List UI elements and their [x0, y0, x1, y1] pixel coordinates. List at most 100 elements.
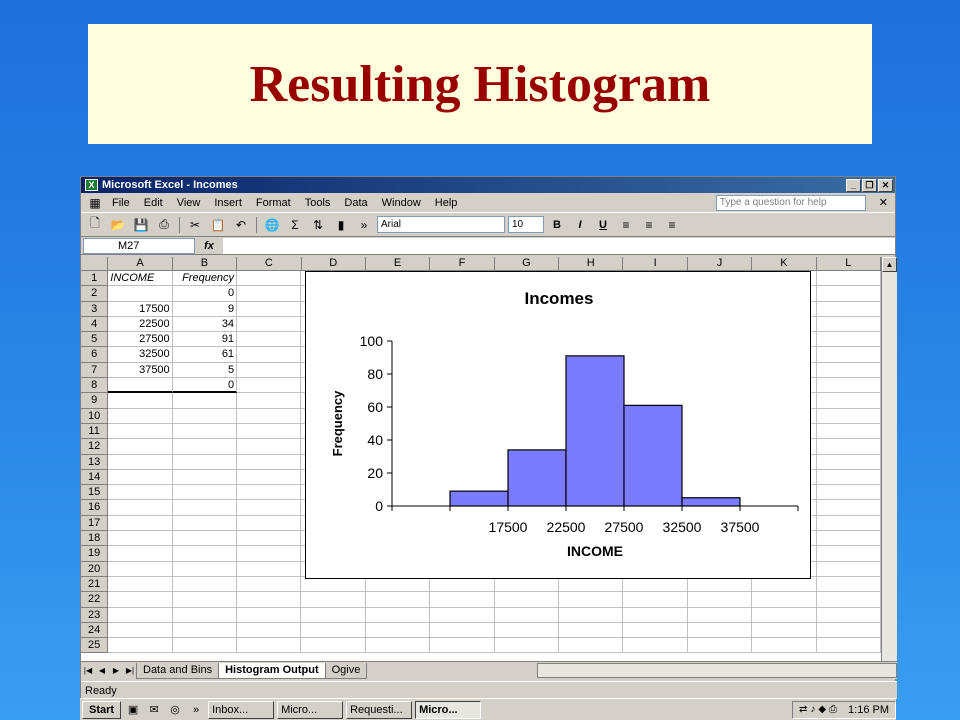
column-header[interactable]: D [301, 257, 366, 271]
cell[interactable] [816, 531, 881, 547]
underline-button[interactable]: U [593, 219, 613, 231]
cell[interactable] [172, 485, 238, 501]
cell[interactable] [237, 332, 302, 348]
last-sheet-icon[interactable]: ▶| [123, 666, 137, 675]
new-icon[interactable]: 🗋 [85, 216, 105, 234]
cell[interactable] [365, 638, 431, 654]
cell[interactable] [172, 500, 238, 516]
menu-format[interactable]: Format [249, 197, 298, 209]
cell[interactable] [237, 316, 302, 333]
cell[interactable] [237, 271, 302, 287]
column-header[interactable]: B [172, 257, 238, 271]
paste-icon[interactable]: 📋 [208, 216, 228, 234]
cell[interactable]: Frequency [172, 271, 238, 287]
row-header[interactable]: 5 [81, 332, 109, 348]
cell[interactable] [301, 622, 366, 639]
cell[interactable] [108, 439, 173, 455]
row-header[interactable]: 16 [81, 500, 109, 516]
cell[interactable] [237, 378, 302, 394]
row-header[interactable]: 1 [81, 271, 109, 287]
row-header[interactable]: 14 [81, 469, 109, 486]
row-header[interactable]: 19 [81, 546, 109, 562]
column-header[interactable]: K [752, 257, 817, 271]
formula-input[interactable] [223, 237, 895, 254]
tray-volume-icon[interactable]: ♪ [810, 704, 815, 715]
cell[interactable] [237, 561, 302, 577]
row-header[interactable]: 24 [81, 622, 109, 639]
cell[interactable] [559, 592, 624, 608]
cell[interactable] [687, 622, 753, 639]
column-header[interactable]: C [237, 257, 302, 271]
name-box[interactable]: M27 [83, 237, 195, 254]
cell[interactable] [237, 576, 302, 593]
cell[interactable] [687, 638, 753, 654]
cell[interactable] [108, 546, 173, 562]
cell[interactable] [816, 561, 881, 577]
sort-icon[interactable]: ⇅ [308, 216, 328, 234]
cell[interactable] [816, 439, 881, 455]
cell[interactable] [816, 607, 881, 623]
cell[interactable]: 9 [172, 301, 238, 317]
cell[interactable]: 91 [172, 332, 238, 348]
cell[interactable] [816, 378, 881, 394]
align-center-icon[interactable]: ≡ [639, 216, 659, 234]
column-header[interactable]: J [687, 257, 753, 271]
cell[interactable] [816, 592, 881, 608]
tab-data-and-bins[interactable]: Data and Bins [136, 662, 220, 679]
cell[interactable] [816, 316, 881, 333]
cell[interactable] [430, 638, 495, 654]
cell[interactable] [237, 638, 302, 654]
cell[interactable] [108, 286, 173, 302]
row-header[interactable]: 9 [81, 393, 109, 409]
chart-wizard-icon[interactable]: ▮ [331, 216, 351, 234]
cell[interactable] [237, 286, 302, 302]
tray-shield-icon[interactable]: ◆ [818, 704, 826, 715]
cell[interactable]: 37500 [108, 362, 173, 379]
column-header[interactable]: G [494, 257, 560, 271]
cell[interactable] [237, 393, 302, 409]
task-inbox[interactable]: Inbox... [208, 700, 275, 719]
cell[interactable] [172, 393, 238, 409]
cell[interactable] [623, 638, 688, 654]
cell[interactable] [237, 423, 302, 440]
cell[interactable] [752, 622, 817, 639]
cell[interactable] [172, 622, 238, 639]
column-header[interactable]: I [623, 257, 688, 271]
cell[interactable] [172, 469, 238, 486]
cell[interactable] [559, 638, 624, 654]
cell[interactable] [237, 622, 302, 639]
row-header[interactable]: 11 [81, 423, 109, 440]
cell[interactable] [108, 531, 173, 547]
cell[interactable] [237, 347, 302, 363]
cell[interactable] [365, 592, 431, 608]
cell[interactable] [237, 592, 302, 608]
cell[interactable] [237, 500, 302, 516]
undo-icon[interactable]: ↶ [231, 216, 251, 234]
tab-ogive[interactable]: Ogive [324, 662, 368, 679]
cell[interactable] [816, 500, 881, 516]
row-header[interactable]: 17 [81, 515, 109, 532]
cell[interactable] [816, 576, 881, 593]
cell[interactable] [816, 286, 881, 302]
cell[interactable] [108, 454, 173, 470]
cell[interactable] [816, 546, 881, 562]
workbook-icon[interactable]: ▦ [85, 194, 105, 212]
cell[interactable] [237, 301, 302, 317]
cell[interactable] [816, 362, 881, 379]
task-request[interactable]: Requesti... [346, 700, 413, 719]
row-header[interactable]: 6 [81, 347, 109, 363]
histogram-chart[interactable]: Incomes Frequency INCOME 0 20 40 60 80 100 17500 2… [305, 271, 811, 579]
cell[interactable] [108, 561, 173, 577]
cell[interactable] [108, 607, 173, 623]
cell[interactable] [301, 607, 366, 623]
cell[interactable] [108, 622, 173, 639]
cut-icon[interactable]: ✂ [185, 216, 205, 234]
column-header[interactable]: H [559, 257, 624, 271]
font-name-select[interactable]: Arial [377, 216, 505, 233]
row-header[interactable]: 18 [81, 531, 109, 547]
select-all-corner[interactable] [81, 257, 109, 271]
tray-printer-icon[interactable]: ⎙ [829, 704, 837, 715]
cell[interactable] [237, 531, 302, 547]
cell[interactable] [816, 638, 881, 654]
cell[interactable]: 0 [172, 378, 238, 394]
